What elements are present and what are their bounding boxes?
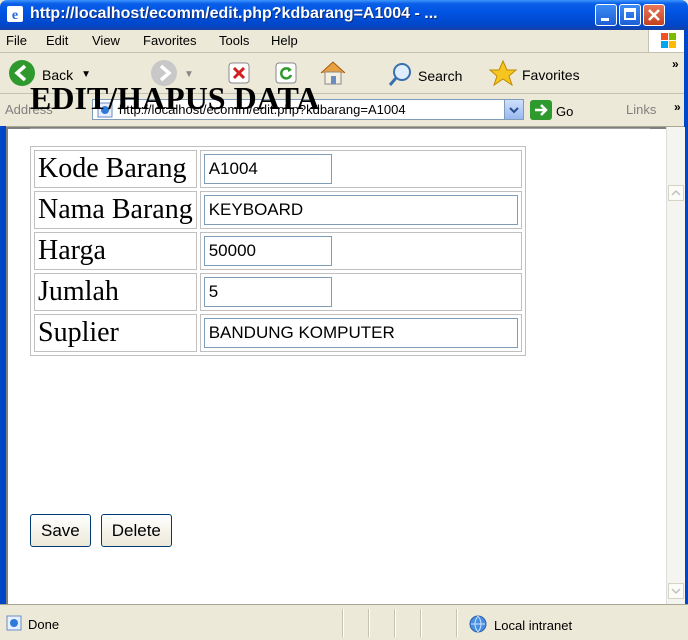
title-bar[interactable]: e http://localhost/ecomm/edit.php?kdbara… [0, 0, 688, 30]
home-icon [318, 59, 348, 90]
heading-divider [30, 128, 650, 130]
page-done-icon [6, 615, 22, 634]
search-label: Search [418, 67, 463, 84]
scroll-down-icon[interactable] [668, 583, 684, 599]
menu-help[interactable]: Help [271, 33, 298, 48]
suplier-input[interactable] [203, 318, 518, 348]
svg-text:e: e [12, 8, 18, 23]
intranet-globe-icon [468, 615, 488, 636]
page-title: EDIT/HAPUS DATA [30, 80, 320, 116]
status-done: Done [6, 615, 59, 634]
field-label-kode-barang: Kode Barang [34, 150, 197, 188]
ie-icon: e [6, 5, 24, 23]
field-label-suplier: Suplier [34, 314, 197, 352]
field-cell [199, 150, 522, 188]
links-label[interactable]: Links [626, 102, 656, 117]
maximize-button[interactable] [619, 4, 641, 26]
field-cell [199, 191, 522, 229]
close-button[interactable] [643, 4, 665, 26]
table-row: Suplier [34, 314, 522, 352]
table-row: Jumlah [34, 273, 522, 311]
forward-dropdown-icon[interactable]: ▼ [184, 69, 194, 80]
edit-form-table: Kode Barang Nama Barang Harga Jumlah Sup… [30, 146, 526, 356]
favorites-button[interactable]: Favorites [488, 59, 580, 90]
form-buttons: Save Delete [30, 514, 172, 547]
address-dropdown-icon[interactable] [504, 100, 523, 119]
status-text: Done [28, 617, 60, 632]
field-label-harga: Harga [34, 232, 197, 270]
go-label: Go [556, 104, 574, 119]
scroll-up-icon[interactable] [668, 185, 684, 201]
windows-logo-icon [648, 30, 688, 52]
security-zone[interactable]: Local intranet [468, 615, 572, 636]
field-cell [199, 273, 522, 311]
jumlah-input[interactable] [203, 277, 332, 307]
zone-label: Local intranet [494, 618, 573, 633]
field-label-nama-barang: Nama Barang [34, 191, 197, 229]
links-overflow-icon[interactable]: » [674, 100, 681, 114]
browser-window: e http://localhost/ecomm/edit.php?kdbara… [0, 0, 688, 640]
toolbar-overflow-icon[interactable]: » [672, 57, 679, 71]
favorites-label: Favorites [522, 66, 580, 83]
go-button[interactable]: Go [530, 100, 573, 123]
vertical-scrollbar[interactable] [666, 127, 685, 604]
menu-view[interactable]: View [92, 33, 120, 48]
search-icon [388, 61, 414, 90]
back-dropdown-icon[interactable]: ▼ [81, 69, 91, 80]
favorites-star-icon [488, 59, 518, 90]
table-row: Harga [34, 232, 522, 270]
nama-barang-input[interactable] [203, 195, 518, 225]
delete-button[interactable]: Delete [100, 514, 172, 547]
status-divider [342, 609, 344, 637]
status-divider [394, 609, 396, 637]
status-bar: Done Local intranet [0, 604, 688, 640]
field-cell [199, 314, 522, 352]
harga-input[interactable] [203, 236, 332, 266]
field-label-jumlah: Jumlah [34, 273, 197, 311]
menu-tools[interactable]: Tools [219, 33, 249, 48]
field-cell [199, 232, 522, 270]
go-arrow-icon [530, 100, 552, 123]
minimize-button[interactable] [595, 4, 617, 26]
status-divider [420, 609, 422, 637]
window-title: http://localhost/ecomm/edit.php?kdbarang… [30, 5, 438, 22]
table-row: Nama Barang [34, 191, 522, 229]
home-button[interactable] [318, 59, 348, 90]
menu-favorites[interactable]: Favorites [143, 33, 196, 48]
table-row: Kode Barang [34, 150, 522, 188]
status-divider [456, 609, 458, 637]
menu-file[interactable]: File [6, 33, 27, 48]
menu-edit[interactable]: Edit [46, 33, 68, 48]
save-button[interactable]: Save [30, 514, 91, 547]
kode-barang-input[interactable] [203, 154, 332, 184]
menu-bar: File Edit View Favorites Tools Help [0, 30, 688, 53]
search-button[interactable]: Search [388, 61, 462, 90]
status-divider [368, 609, 370, 637]
